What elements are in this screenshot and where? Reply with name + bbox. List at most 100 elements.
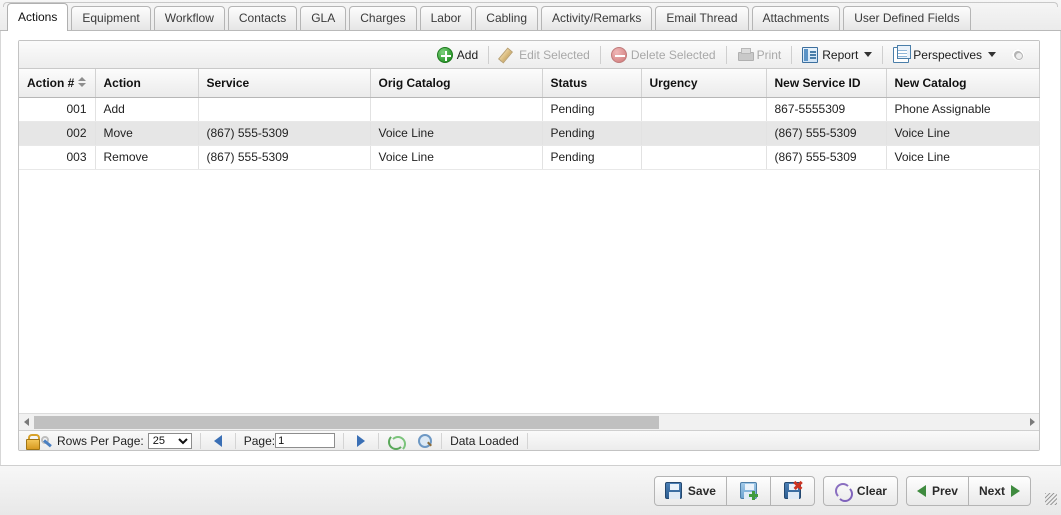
table-row[interactable]: 002 Move (867) 555-5309 Voice Line Pendi… [19,121,1039,145]
tab-strip: Actions Equipment Workflow Contacts GLA … [0,0,1061,31]
tab-actions[interactable]: Actions [7,3,68,31]
chevron-down-icon [988,52,996,57]
pager-separator [378,433,379,449]
column-header-new-service-id[interactable]: New Service ID [766,69,886,97]
column-header-label: New Catalog [895,76,967,90]
column-header-new-catalog[interactable]: New Catalog [886,69,1039,97]
save-and-close-button[interactable] [771,476,815,506]
scroll-left-button[interactable] [19,415,33,430]
save-new-icon [740,482,757,499]
save-button[interactable]: Save [654,476,727,506]
perspectives-dropdown-label: Perspectives [913,48,982,62]
tab-label: GLA [311,11,335,25]
next-page-button[interactable] [352,435,370,447]
clear-button[interactable]: Clear [823,476,898,506]
report-dropdown[interactable]: Report [795,44,879,66]
perspectives-dropdown[interactable]: Perspectives [886,44,1003,66]
page-number-input[interactable] [275,433,335,448]
column-header-orig-catalog[interactable]: Orig Catalog [370,69,542,97]
report-icon [802,47,818,63]
column-header-label: Action [104,76,141,90]
grid-body: Action # Action Service Orig Catalog Sta… [19,69,1039,412]
tab-attachments[interactable]: Attachments [752,6,841,30]
column-header-action[interactable]: Action [95,69,198,97]
tab-email-thread[interactable]: Email Thread [655,6,748,30]
next-button[interactable]: Next [969,476,1031,506]
toolbar-separator [600,46,601,64]
tab-equipment[interactable]: Equipment [71,6,150,30]
actions-panel: Add Edit Selected Delete Selected Print [0,31,1061,465]
page-label: Page: [244,434,275,448]
print-button[interactable]: Print [730,44,789,66]
arrow-left-icon [917,485,926,497]
next-button-label: Next [979,484,1005,498]
add-button-label: Add [457,48,478,62]
tab-user-defined-fields[interactable]: User Defined Fields [843,6,970,30]
tab-gla[interactable]: GLA [300,6,346,30]
resize-grip[interactable] [1045,493,1057,505]
cell-urgency [641,145,766,169]
cell-action: Move [95,121,198,145]
scroll-right-button[interactable] [1025,415,1039,430]
prev-button[interactable]: Prev [906,476,969,506]
tab-labor[interactable]: Labor [420,6,473,30]
lock-icon[interactable] [25,434,39,448]
save-close-icon [784,482,801,499]
column-header-urgency[interactable]: Urgency [641,69,766,97]
scrollbar-thumb[interactable] [34,416,659,429]
tab-label: Cabling [486,11,527,25]
cell-new-service-id: 867-5555309 [766,97,886,121]
tab-workflow[interactable]: Workflow [154,6,225,30]
grid-toolbar: Add Edit Selected Delete Selected Print [19,41,1039,69]
settings-button[interactable] [1003,44,1033,66]
cell-action: Add [95,97,198,121]
column-header-service[interactable]: Service [198,69,370,97]
chevron-down-icon [864,52,872,57]
table-row[interactable]: 003 Remove (867) 555-5309 Voice Line Pen… [19,145,1039,169]
pencil-icon [499,47,515,63]
application-window: Actions Equipment Workflow Contacts GLA … [0,0,1061,515]
delete-icon [611,47,627,63]
cell-orig-catalog [370,97,542,121]
arrow-left-icon [214,435,222,447]
clear-icon [834,482,851,499]
report-dropdown-label: Report [822,48,858,62]
tab-cabling[interactable]: Cabling [475,6,538,30]
prev-button-label: Prev [932,484,958,498]
edit-selected-button-label: Edit Selected [519,48,590,62]
tab-label: Equipment [82,11,139,25]
actions-grid-frame: Add Edit Selected Delete Selected Print [18,40,1040,451]
tab-label: Workflow [165,11,214,25]
table-header-row: Action # Action Service Orig Catalog Sta… [19,69,1039,97]
toolbar-separator [726,46,727,64]
tab-label: Labor [431,11,462,25]
horizontal-scrollbar[interactable] [19,413,1039,430]
previous-page-button[interactable] [209,435,227,447]
save-button-group: Save [654,476,815,506]
plus-badge-icon [749,491,758,500]
tab-contacts[interactable]: Contacts [228,6,297,30]
edit-selected-button[interactable]: Edit Selected [492,44,597,66]
scrollbar-track[interactable] [33,415,1025,430]
column-header-status[interactable]: Status [542,69,641,97]
save-and-new-button[interactable] [727,476,771,506]
pager-separator [441,433,442,449]
refresh-icon[interactable] [387,433,403,449]
table-row[interactable]: 001 Add Pending 867-5555309 Phone Assign… [19,97,1039,121]
pager-separator [343,433,344,449]
column-header-label: Urgency [650,76,698,90]
tab-activity-remarks[interactable]: Activity/Remarks [541,6,652,30]
cell-urgency [641,121,766,145]
tab-charges[interactable]: Charges [349,6,416,30]
add-button[interactable]: Add [430,44,485,66]
sort-arrows-icon[interactable] [78,77,87,89]
column-header-action-number[interactable]: Action # [19,69,95,97]
pager-separator [235,433,236,449]
delete-selected-button[interactable]: Delete Selected [604,44,723,66]
search-icon[interactable] [417,433,433,449]
rows-per-page-select[interactable]: 25 50 100 [148,433,192,449]
cell-service: (867) 555-5309 [198,145,370,169]
save-icon [665,482,682,499]
wrench-icon[interactable] [39,434,53,448]
clear-button-label: Clear [857,484,887,498]
